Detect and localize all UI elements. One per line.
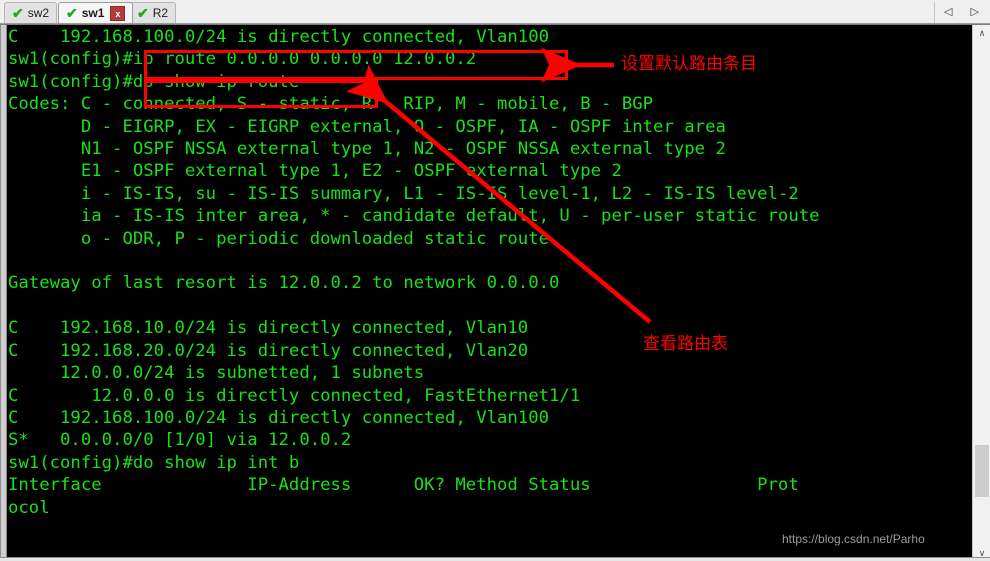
terminal-screen[interactable]: C 192.168.100.0/24 is directly connected…	[8, 25, 963, 561]
terminal-left-gutter	[1, 25, 7, 561]
tab-label: sw2	[27, 6, 50, 20]
tab-sw1[interactable]: ✔ sw1 x	[58, 2, 134, 23]
scroll-up-icon[interactable]: ∧	[973, 25, 990, 42]
window-bottom-edge	[0, 557, 990, 561]
vertical-scrollbar[interactable]: ∧ ∨	[972, 25, 990, 561]
application-window: ✔ sw2 ✔ sw1 x ✔ R2 ◁ ▷ C 192.168.100.0/2…	[0, 0, 990, 561]
watermark: https://blog.csdn.net/Parho	[782, 532, 925, 546]
close-icon[interactable]: x	[110, 5, 126, 21]
tab-navigation: ◁ ▷	[934, 2, 988, 23]
terminal-output: C 192.168.100.0/24 is directly connected…	[8, 27, 820, 518]
terminal-window: C 192.168.100.0/24 is directly connected…	[0, 24, 990, 561]
tab-sw2[interactable]: ✔ sw2	[4, 2, 58, 23]
check-icon: ✔	[66, 5, 78, 21]
tab-label: sw1	[81, 6, 105, 20]
tab-next-icon[interactable]: ▷	[971, 7, 979, 18]
tab-label: R2	[152, 6, 169, 20]
tab-bar: ✔ sw2 ✔ sw1 x ✔ R2 ◁ ▷	[0, 0, 990, 24]
scrollbar-thumb[interactable]	[975, 445, 989, 497]
check-icon: ✔	[12, 5, 24, 21]
check-icon: ✔	[137, 5, 149, 21]
tab-r2[interactable]: ✔ R2	[129, 2, 177, 23]
tab-prev-icon[interactable]: ◁	[944, 7, 952, 18]
